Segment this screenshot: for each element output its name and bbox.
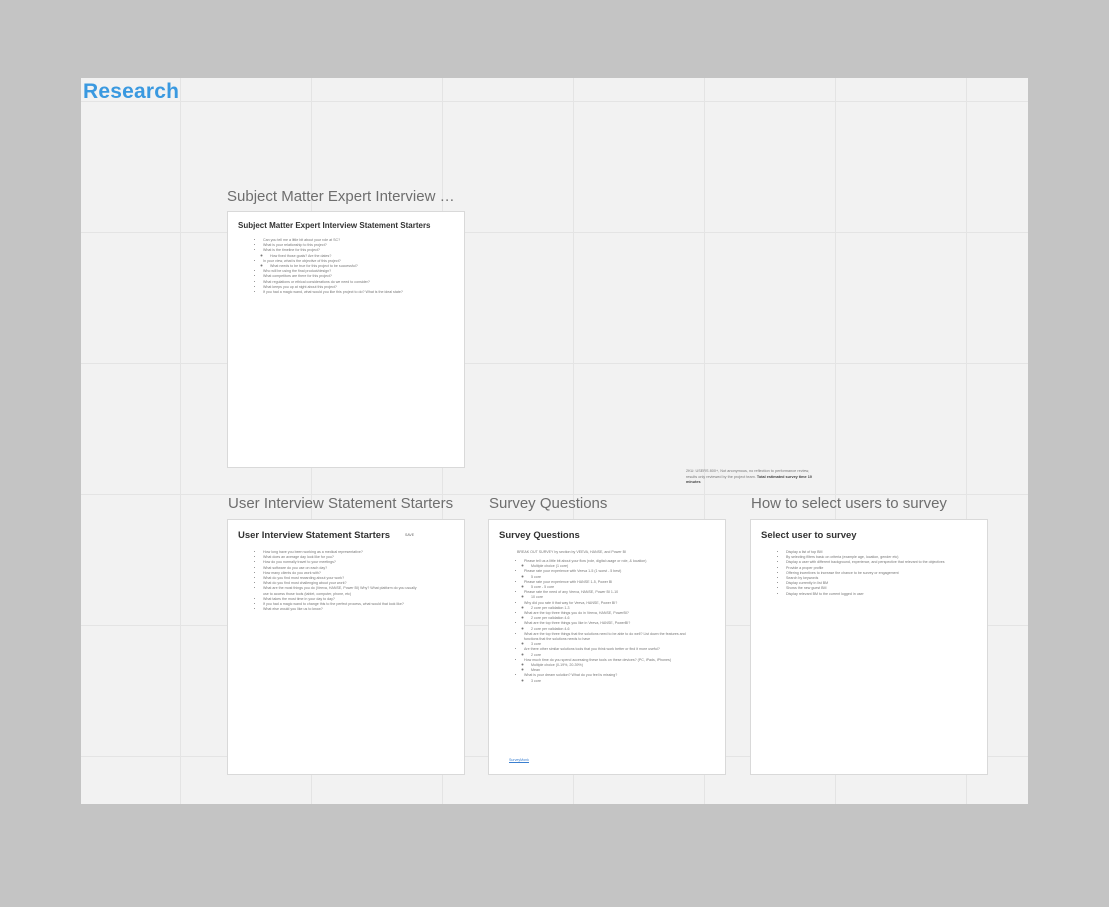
list-item-text: What do you find most challenging about … — [263, 581, 347, 586]
list-item-text: What are the top three things you do in … — [524, 611, 629, 616]
bullet-list: Can you tell me a little bit about your … — [256, 238, 463, 295]
frame-label-survey[interactable]: Survey Questions — [489, 495, 607, 512]
frame-survey-questions[interactable]: Survey Questions BREAK OUT SURVEY by sec… — [488, 519, 726, 775]
list-item: Why did you rate it that way for Veeva, … — [524, 601, 699, 611]
list-item: What are the top three things that the s… — [524, 632, 699, 648]
sub-list: Multiple choice (0-19%, 20-39%)Mean — [524, 663, 699, 673]
bullet-list: Display a list of top BMBy selecting fil… — [779, 550, 946, 597]
list-item: What are the top three things you like i… — [524, 621, 699, 631]
list-item: Display relevant BM to the current logge… — [786, 592, 946, 597]
list-item-text: By selecting filters basic on criteria (… — [786, 555, 899, 560]
frame-label-sme[interactable]: Subject Matter Expert Interview St... — [227, 188, 463, 205]
list-item-text: What software do you use on each day? — [263, 565, 328, 570]
canvas-board[interactable]: Research Subject Matter Expert Interview… — [81, 78, 1028, 804]
list-item-text: How many clients do you work with? — [263, 570, 321, 575]
list-item: Please tell us a little bit about your f… — [524, 559, 699, 569]
status-tag: SAVE — [405, 533, 415, 537]
list-item-text: How much time do you spend accessing the… — [524, 657, 672, 662]
board-title: Research — [83, 80, 180, 103]
list-item-text: Display relevant BM to the current logge… — [786, 591, 864, 596]
bullet-list: How long have you been working as a medi… — [256, 550, 423, 612]
list-item: If you had a magic wand, what would you … — [263, 290, 463, 295]
list-item-text: Please rate your experience with Veeva 1… — [524, 569, 622, 574]
list-item-text: Search by keywords — [786, 576, 819, 581]
list-item-text: If you had a magic wand to change this t… — [263, 602, 404, 607]
list-item: Please rate your experience with Veeva 1… — [524, 569, 699, 579]
list-item-text: What do you find most rewarding about yo… — [263, 576, 345, 581]
list-item: What is the timeline for this project?Ho… — [263, 248, 463, 258]
frame-select-users[interactable]: Select user to survey Display a list of … — [750, 519, 988, 775]
list-item-text: What is your relationship to this projec… — [263, 243, 327, 248]
list-item: How much time do you spend accessing the… — [524, 658, 699, 674]
survey-link[interactable]: SurveyMonk — [509, 758, 529, 762]
note-text[interactable]: 2KU: USERS 800+, Not anonymous, no refle… — [686, 469, 818, 486]
frame-label-select-users[interactable]: How to select users to survey — [751, 495, 947, 512]
page-title: Subject Matter Expert Interview Statemen… — [238, 221, 431, 230]
list-item-text: What regulations or ethical consideratio… — [263, 279, 370, 284]
sub-list: 3 core — [524, 679, 699, 684]
list-item-text: Display currently in list BM — [786, 581, 829, 586]
list-item-text: What takes the most time in your day to … — [263, 596, 335, 601]
list-item: In your view, what is the objective of t… — [263, 259, 463, 269]
list-item: What are the top three things you do in … — [524, 611, 699, 621]
list-item-text: What are the top three things that the s… — [524, 631, 686, 642]
list-item-text: What is the timeline for this project? — [263, 248, 320, 253]
list-item-text: Please rate the need of any Veeva, HANSE… — [524, 590, 619, 595]
page-title: User Interview Statement Starters — [238, 530, 391, 541]
list-item-text: What else would you like us to know? — [263, 607, 323, 612]
frame-user-interview[interactable]: User Interview Statement Starters SAVE H… — [227, 519, 465, 775]
list-item-text: What are the most things you do (Veeva, … — [263, 586, 417, 596]
list-item: What are the most things you do (Veeva, … — [263, 586, 423, 596]
list-item-text: In your view, what is the objective of t… — [263, 258, 341, 263]
page-title: Select user to survey — [761, 530, 857, 541]
list-item: Please rate the need of any Veeva, HANSE… — [524, 590, 699, 600]
list-item-text: What is your dream solution? What do you… — [524, 673, 618, 678]
list-item-text: What keeps you up at night about this pr… — [263, 284, 337, 289]
list-item-text: Offering incentives to increase the chan… — [786, 570, 899, 575]
list-item: Please rate your experience with HANSE 1… — [524, 580, 699, 590]
list-item-text: Display a user with different background… — [786, 560, 945, 565]
list-item-text: If you had a magic wand, what would you … — [263, 290, 403, 295]
list-item: What else would you like us to know? — [263, 607, 423, 612]
list-item-text: Provide a proper profile — [786, 565, 824, 570]
sub-list-item: 3 core — [531, 679, 699, 684]
list-item-text: What competitors are there for this proj… — [263, 274, 332, 279]
list-item: What is your dream solution? What do you… — [524, 673, 699, 683]
list-item-text: What does an average day look like for y… — [263, 555, 334, 560]
list-item-text: Why did you rate it that way for Veeva, … — [524, 600, 618, 605]
list-item-text: How do you normally travel to your meeti… — [263, 560, 336, 565]
list-item-text: Display a list of top BM — [786, 550, 823, 554]
list-item-text: Shows the new guest BM — [786, 586, 827, 591]
list-item: Are there other similar solutions tools … — [524, 647, 699, 657]
bullet-list: Please tell us a little bit about your f… — [517, 559, 699, 684]
list-item-text: Who will be using the final product/desi… — [263, 269, 332, 274]
list-item-text: Please rate your experience with HANSE 1… — [524, 579, 613, 584]
list-item-text: Can you tell me a little bit about your … — [263, 238, 341, 242]
list-item-text: Please tell us a little bit about your f… — [524, 559, 647, 563]
list-item-text: What are the top three things you like i… — [524, 621, 631, 626]
list-item-text: Are there other similar solutions tools … — [524, 647, 660, 652]
page-title: Survey Questions — [499, 530, 580, 541]
intro-text: BREAK OUT SURVEY by section by VEEVA, HA… — [517, 550, 626, 554]
frame-label-user-interview[interactable]: User Interview Statement Starters — [228, 495, 453, 512]
frame-sme-interview[interactable]: Subject Matter Expert Interview Statemen… — [227, 211, 465, 468]
list-item-text: How long have you been working as a medi… — [263, 550, 363, 554]
